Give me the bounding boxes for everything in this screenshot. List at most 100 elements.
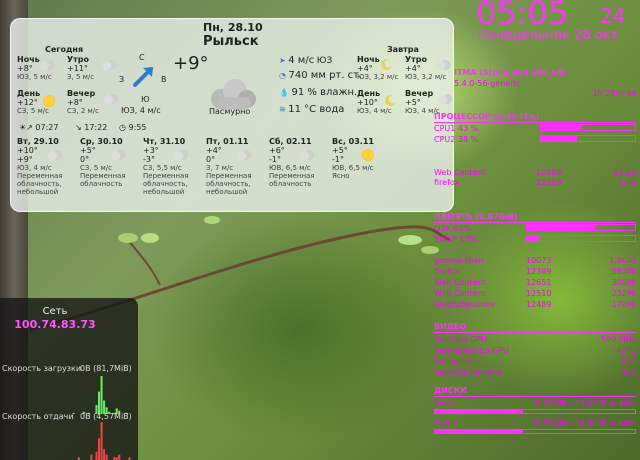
detail-water: ≋ 11 °С вода bbox=[279, 104, 344, 115]
upload-graph-bar bbox=[95, 451, 98, 460]
sunset: ↘ 17:22 bbox=[75, 123, 107, 132]
partly-cloudy-icon bbox=[299, 149, 315, 160]
forecast-wind: З, 7 м/с bbox=[206, 164, 234, 172]
mem-proc-value: 583Mi bbox=[611, 267, 636, 276]
compass-s: Ю bbox=[141, 95, 150, 104]
period-label: Утро bbox=[67, 55, 90, 64]
disk-root-usage: 8,25GiB / 18,6GiB = 44% bbox=[535, 399, 636, 408]
sunset-icon: ↘ bbox=[75, 123, 82, 132]
compass-w: З bbox=[119, 75, 125, 84]
now-temp: +9° bbox=[173, 53, 209, 74]
divider bbox=[434, 222, 636, 223]
detail-humidity-value: 91 % влажн. bbox=[291, 87, 358, 98]
video-stat-value: 0 % bbox=[620, 357, 636, 366]
video-stat-name: Частота памяти bbox=[434, 368, 502, 377]
network-ip: 100.74.83.73 bbox=[14, 318, 96, 331]
weather-widget: Пн, 28.10 Рыльск Сегодня Ночь +8° ЮЗ, 5 … bbox=[10, 18, 454, 212]
today-periods: Ночь +8° ЮЗ, 5 м/с Утро +11° З, 5 м/с Де… bbox=[17, 55, 137, 115]
proc-name: Web Content bbox=[434, 168, 486, 177]
compass-e: В bbox=[161, 75, 167, 84]
now-wind: ЮЗ, 4 м/с bbox=[121, 106, 161, 115]
waves-icon: ≋ bbox=[279, 105, 286, 114]
detail-wind: ➤ 4 м/с ЮЗ bbox=[279, 55, 332, 66]
today-period: Утро +11° З, 5 м/с bbox=[67, 55, 117, 81]
video-stat-name: Загрузка bbox=[434, 357, 473, 366]
period-wind: З, 5 м/с bbox=[67, 73, 95, 81]
forecast-desc: Переменная bbox=[206, 172, 252, 180]
mem-proc-name: Web Content bbox=[434, 278, 486, 287]
mem-proc-name: WebExtensions bbox=[434, 300, 495, 309]
mem-proc-pid: 12510 bbox=[526, 289, 552, 298]
clock-date: Понедельник 28 окт bbox=[478, 28, 619, 43]
video-heading: ВИДЕО bbox=[434, 322, 467, 331]
tomorrow-period: День +10° ЮЗ, 4 м/с bbox=[357, 89, 396, 115]
memory-heading: ПАМЯТЬ (2,07GiB) bbox=[434, 212, 518, 221]
today-period: Вечер +8° СЗ, 2 м/с bbox=[67, 89, 119, 115]
forecast-desc: небольшой bbox=[206, 188, 248, 196]
download-now: 0B bbox=[80, 364, 91, 373]
tomorrow-label: Завтра bbox=[387, 45, 419, 54]
os-name: ITMA (S[pre_alc] x86_64) bbox=[454, 68, 566, 77]
now-desc: Пасмурно bbox=[209, 107, 251, 116]
forecast-desc: Переменная bbox=[143, 172, 189, 180]
rain-icon bbox=[47, 149, 63, 160]
period-temp: +11° bbox=[67, 64, 88, 73]
wind-arrow-icon bbox=[133, 67, 153, 87]
forecast-row: Вт, 29.10 +10° +9° ЮЗ, 4 м/с Переменная облач… bbox=[17, 137, 451, 211]
mem-proc-name: firefox bbox=[434, 267, 460, 276]
partly-cloudy-icon bbox=[110, 149, 126, 160]
system-monitor: ITMA (S[pre_alc] x86_64) 5.4.0-56-generi… bbox=[430, 60, 640, 460]
cloud-icon bbox=[39, 59, 55, 70]
mem-proc-value: 300Mi bbox=[611, 278, 636, 287]
uptime: 1h 28m 44 bbox=[592, 89, 636, 98]
mem-proc-value: 1,9GiB bbox=[609, 256, 636, 265]
forecast-desc: небольшой bbox=[143, 188, 185, 196]
forecast-wind: ЮВ, 6,5 м/с bbox=[269, 164, 311, 172]
today-period: Ночь +8° ЮЗ, 5 м/с bbox=[17, 55, 55, 81]
period-label: Вечер bbox=[67, 89, 96, 98]
video-stat-value: 599 MHz bbox=[601, 335, 636, 344]
forecast-day: Чт, 31.10 +3° -3° СЗ, 5,5 м/с Переменная обла… bbox=[143, 137, 189, 196]
ram-label: ОЗУ 63% bbox=[434, 224, 471, 233]
upload-graph-bar bbox=[118, 454, 121, 460]
clock-icon: ◷ bbox=[119, 123, 126, 132]
detail-wind-value: 4 м/с bbox=[288, 55, 315, 66]
detail-pressure: ◔ 740 мм рт. ст. bbox=[279, 70, 362, 81]
disk-home-bar bbox=[434, 429, 636, 434]
forecast-wind: ЮВ, 6,5 м/с bbox=[332, 164, 374, 172]
forecast-desc: облачность, bbox=[206, 180, 251, 188]
disk-home-usage: 8,25GiB / 18,6GiB = 44% bbox=[535, 419, 636, 428]
period-wind: ЮЗ, 5 м/с bbox=[17, 73, 52, 81]
video-stat-name: Температура GPU bbox=[434, 346, 509, 355]
forecast-day-name: Чт, 31.10 bbox=[143, 137, 186, 146]
forecast-desc: облачность bbox=[80, 180, 123, 188]
divider bbox=[434, 332, 636, 333]
upload-graph-bar bbox=[103, 449, 106, 460]
download-graph-bar bbox=[100, 376, 103, 414]
proc-value: 22,58 bbox=[613, 168, 636, 177]
day-length-value: 9:55 bbox=[128, 123, 147, 132]
forecast-day-name: Пт, 01.11 bbox=[206, 137, 249, 146]
kernel-version: 5.4.0-56-generic bbox=[454, 79, 521, 88]
period-temp: +4° bbox=[357, 64, 373, 73]
compass-n: С bbox=[139, 53, 145, 62]
forecast-day: Вт, 29.10 +10° +9° ЮЗ, 4 м/с Переменная облач… bbox=[17, 137, 63, 196]
mem-proc-pid: 12651 bbox=[526, 278, 552, 287]
sun-icon bbox=[362, 149, 374, 161]
upload-graph-bar bbox=[90, 454, 93, 460]
upload-graph-bar bbox=[100, 422, 103, 460]
mem-proc-value: 170Mi bbox=[611, 300, 636, 309]
forecast-day: Пт, 01.11 +4° 0° З, 7 м/с Переменная облачнос… bbox=[206, 137, 252, 196]
ram-bar bbox=[526, 224, 636, 231]
today-label: Сегодня bbox=[45, 45, 84, 54]
divider bbox=[434, 396, 636, 397]
forecast-day-name: Сб, 02.11 bbox=[269, 137, 312, 146]
forecast-day: Ср, 30.10 +5° 0° СЗ, 5 м/с Переменная облачно… bbox=[80, 137, 126, 188]
upload-graph-bar bbox=[98, 438, 101, 460]
partly-cloudy-icon bbox=[173, 149, 189, 160]
tomorrow-period: Ночь +4° ЮЗ, 3,2 м/с bbox=[357, 55, 398, 81]
download-label: Скорость загрузки bbox=[2, 364, 82, 373]
cpu2-bar bbox=[540, 135, 636, 142]
rain-icon bbox=[236, 149, 252, 160]
disks-heading: ДИСКИ bbox=[434, 386, 467, 395]
